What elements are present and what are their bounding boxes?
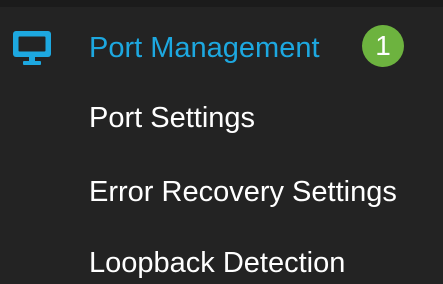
- sidebar-nav: Port Management 1 Port Settings Error Re…: [0, 0, 443, 284]
- sidebar-section-port-management[interactable]: Port Management 1: [0, 18, 443, 74]
- sidebar-item-loopback-detection[interactable]: Loopback Detection: [89, 245, 345, 281]
- sidebar-item-port-settings[interactable]: Port Settings: [89, 100, 255, 136]
- sidebar-item-error-recovery-settings[interactable]: Error Recovery Settings: [89, 174, 397, 210]
- step-number-badge: 1: [362, 25, 404, 67]
- monitor-icon: [13, 31, 51, 65]
- sidebar-section-label: Port Management: [89, 32, 320, 64]
